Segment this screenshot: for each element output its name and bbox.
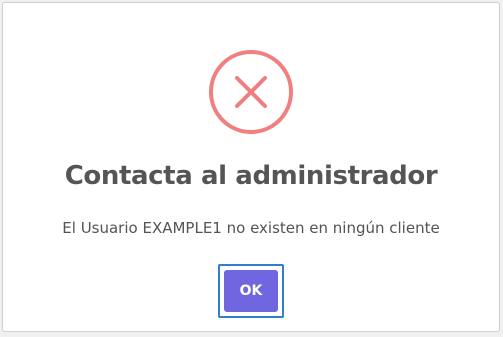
dialog-message: El Usuario EXAMPLE1 no existen en ningún… xyxy=(62,219,440,237)
dialog-title: Contacta al administrador xyxy=(64,161,438,191)
ok-button-focus-ring: OK xyxy=(218,264,284,318)
error-dialog: Contacta al administrador El Usuario EXA… xyxy=(2,2,500,332)
ok-button[interactable]: OK xyxy=(224,270,278,312)
error-icon xyxy=(209,50,293,134)
